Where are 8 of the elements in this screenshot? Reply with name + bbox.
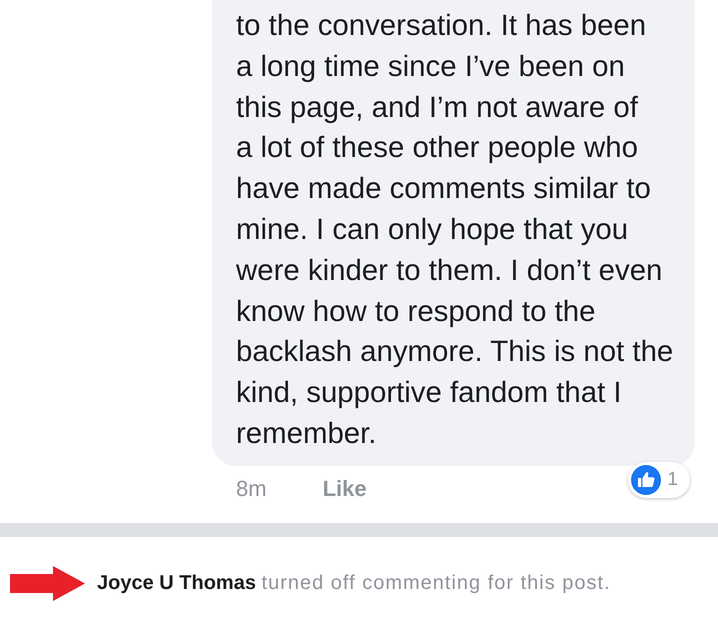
like-button[interactable]: Like <box>322 476 367 502</box>
arrow-icon <box>10 566 85 601</box>
reactions-button[interactable]: 1 <box>628 462 690 498</box>
thumbs-up-icon <box>631 464 662 495</box>
comment-text: to the conversation. It has been a long time since I’ve been on this page, and I’m not aware of a lot of these other people who have made comments similar to mine. I can only hope that you were kinder to them. I don’t even know how to respond to the backlash anymore. This is not the kind, supportive fandom that I remember. <box>236 8 674 452</box>
comment-time: 8m <box>236 476 267 502</box>
notice-text: Joyce U Thomas turned off commenting for this post. <box>97 572 611 595</box>
profile-link[interactable]: Joyce U Thomas <box>97 572 256 594</box>
